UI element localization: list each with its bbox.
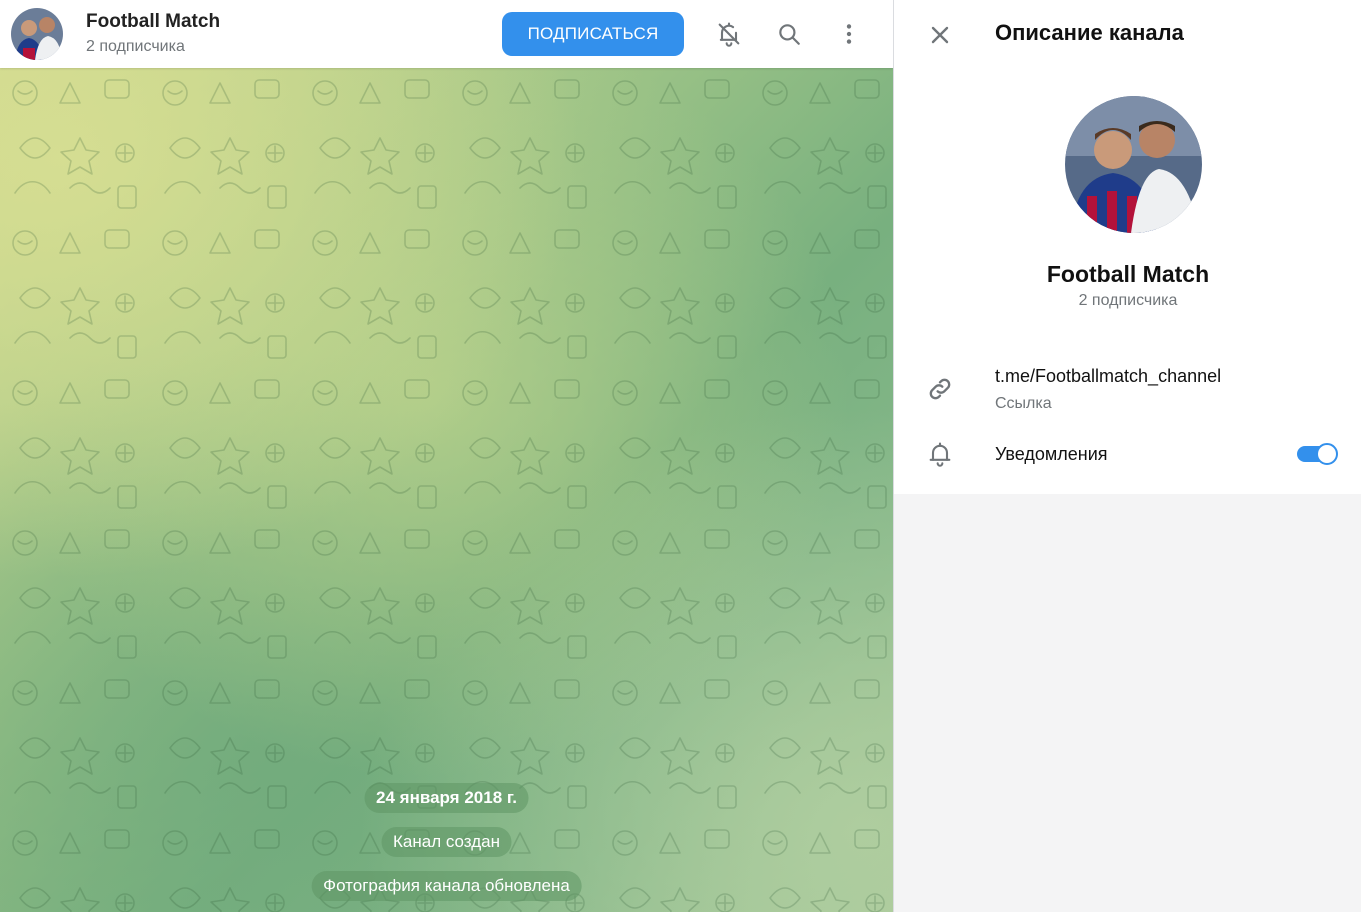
close-icon[interactable]	[922, 17, 958, 53]
channel-subscriber-count: 2 подписчика	[1078, 292, 1178, 309]
date-separator: 24 января 2018 г.	[364, 783, 529, 813]
channel-avatar[interactable]	[11, 8, 63, 60]
service-message: Фотография канала обновлена	[311, 871, 582, 901]
link-icon	[924, 373, 956, 405]
channel-info-card: Описание канала Football Match 2 подписч…	[894, 0, 1361, 494]
notifications-toggle[interactable]	[1297, 443, 1339, 465]
channel-link-caption: Ссылка	[995, 395, 1052, 412]
notifications-label: Уведомления	[995, 444, 1108, 464]
bell-icon	[924, 438, 956, 470]
more-vertical-icon[interactable]	[831, 16, 867, 52]
search-icon[interactable]	[771, 16, 807, 52]
subscribe-button[interactable]: ПОДПИСАТЬСЯ	[502, 12, 684, 56]
chat-title[interactable]: Football Match	[86, 11, 220, 33]
toggle-knob	[1316, 443, 1338, 465]
chat-subscriber-count: 2 подписчика	[86, 38, 185, 55]
channel-name: Football Match	[1046, 261, 1210, 287]
channel-link[interactable]: t.me/Footballmatch_channel	[995, 366, 1221, 387]
chat-area: Football Match 2 подписчика ПОДПИСАТЬСЯ	[0, 0, 893, 912]
channel-info-panel: Описание канала Football Match 2 подписч…	[893, 0, 1361, 912]
chat-header: Football Match 2 подписчика ПОДПИСАТЬСЯ	[0, 0, 893, 68]
service-message: Канал создан	[381, 827, 512, 857]
bell-off-icon[interactable]	[711, 16, 747, 52]
panel-title: Описание канала	[995, 20, 1184, 45]
channel-avatar-large[interactable]	[1065, 96, 1202, 233]
